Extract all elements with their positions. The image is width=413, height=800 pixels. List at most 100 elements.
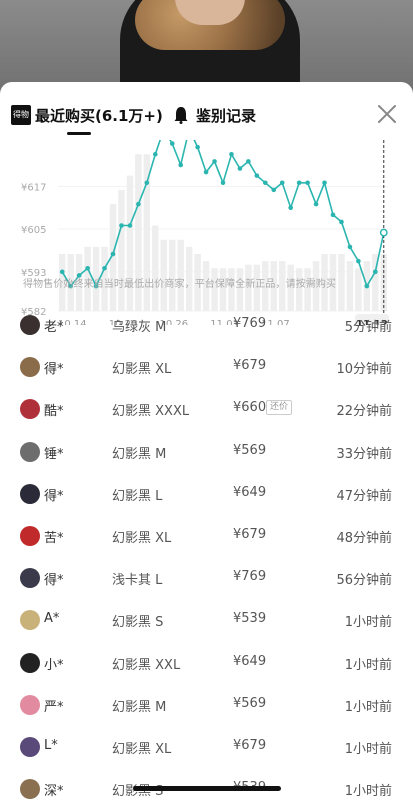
product-spec: 幻影黑 M [112, 446, 167, 462]
avatar [20, 441, 40, 462]
purchase-record-row: L* 幻影黑 XL ¥679 1小时前 [0, 724, 413, 766]
product-spec: 幻影黑 S [112, 615, 164, 631]
product-spec: 幻影黑 XL [112, 362, 172, 378]
price-point [330, 212, 336, 218]
price-trend-chart: ¥617 ¥605 ¥593 ¥582 10.14 10.20 10.26 11.01 11.0… [0, 126, 413, 332]
price-point [127, 223, 133, 228]
buyer-name: 得* [44, 488, 64, 504]
price-point [195, 144, 200, 150]
avatar [20, 652, 40, 673]
purchase-record-row: A* 幻影黑 S ¥539 1小时前 [0, 597, 413, 639]
y-tick-label: ¥617 [21, 182, 46, 193]
avatar [20, 737, 40, 757]
purchase-record-row: 小* 幻影黑 XXL ¥649 1小时前 [0, 640, 413, 682]
volume-bar [126, 175, 134, 311]
price-point [339, 219, 344, 225]
home-indicator [133, 786, 281, 791]
tab-recent-purchases[interactable]: 得物 最近购买(6.1万+) [11, 102, 163, 128]
price-point [271, 187, 277, 193]
price-point [119, 223, 124, 228]
price-point [229, 151, 234, 157]
buyer-name: 得* [44, 573, 64, 589]
avatar [20, 315, 40, 335]
purchase-time: 1小时前 [344, 657, 392, 673]
price-point [254, 173, 260, 178]
price-point [136, 201, 141, 207]
close-icon[interactable] [377, 104, 397, 124]
buyer-name: 小* [44, 657, 64, 673]
price-point [263, 180, 268, 186]
avatar [20, 483, 40, 504]
product-spec: 幻影黑 L [112, 488, 163, 504]
buyer-name: 酷* [44, 404, 64, 420]
purchase-price: ¥649 [233, 653, 267, 669]
product-spec: 浅卡其 L [112, 573, 163, 589]
purchase-price: ¥649 [233, 484, 267, 500]
price-point [246, 159, 251, 164]
buyer-name: L* [44, 738, 58, 753]
purchase-price: ¥679 [233, 527, 267, 542]
price-point [85, 265, 90, 271]
price-disclaimer: 得物售价始终来自当时最低出价商家，平台保障全新正品，请按需购买 [23, 279, 337, 290]
purchase-record-row: 得* 幻影黑 L ¥649 47分钟前 [0, 471, 413, 513]
purchase-record-row: 老* 乌绿灰 M ¥769 5分钟前 [0, 302, 413, 344]
y-tick-label: ¥605 [21, 225, 46, 236]
purchase-time: 33分钟前 [336, 446, 392, 462]
purchase-time: 48分钟前 [336, 531, 392, 546]
product-spec: 幻影黑 XXXL [112, 404, 190, 420]
price-point [279, 180, 285, 186]
price-point [296, 180, 302, 186]
purchase-price: ¥660 [233, 400, 267, 416]
purchase-price: ¥679 [233, 358, 267, 374]
avatar [20, 694, 40, 715]
purchase-record-row: 苦* 幻影黑 XL ¥679 48分钟前 [0, 513, 413, 555]
price-point [237, 166, 243, 171]
price-point [313, 201, 319, 207]
purchase-time: 1小时前 [344, 784, 392, 800]
product-spec: 幻影黑 XL [112, 742, 172, 757]
purchase-record-row: 酷* 幻影黑 XXXL ¥660 22分钟前 还价 [0, 386, 413, 428]
price-point [110, 251, 116, 257]
price-point [203, 169, 209, 175]
purchase-record-row: 深*幻影黑 S¥5391小时前 [0, 766, 413, 800]
bell-icon [172, 105, 190, 125]
price-point [59, 269, 65, 275]
purchase-time: 1小时前 [344, 742, 392, 757]
price-point [212, 159, 217, 164]
price-point [178, 162, 183, 168]
tab-recent-purchases-label: 最近购买(6.1万+) [35, 106, 163, 125]
purchase-record-row: 得* 幻影黑 XL ¥679 10分钟前 [0, 344, 413, 386]
purchase-records-sheet: 得物 最近购买(6.1万+) 鉴别记录 ¥617 ¥605 ¥593 ¥582 10.1… [0, 82, 413, 800]
product-spec: 幻影黑 M [112, 699, 167, 715]
price-point [356, 258, 361, 264]
selected-point [379, 228, 388, 237]
buyer-name: 老* [44, 320, 64, 335]
purchase-time: 1小时前 [344, 699, 392, 715]
price-trend-svg: ¥617¥605¥593¥58210.14 10.20 10.26 11.01 11.0… [21, 126, 389, 332]
avatar [20, 610, 40, 631]
purchase-price: ¥769 [233, 569, 267, 585]
purchase-time: 1小时前 [344, 615, 392, 631]
avatar [20, 568, 40, 589]
purchase-time: 56分钟前 [336, 573, 392, 589]
avatar [20, 357, 40, 378]
product-spec: 乌绿灰 M [112, 320, 167, 335]
price-point [364, 283, 370, 289]
buyer-name: 锤* [44, 446, 64, 462]
purchase-price: ¥539 [233, 611, 267, 627]
purchase-time: 10分钟前 [336, 362, 392, 378]
buyer-name: 得* [44, 362, 64, 378]
purchase-time: 22分钟前 [336, 404, 392, 420]
active-tab-indicator [67, 132, 91, 135]
avatar [20, 526, 40, 546]
tab-authentication-records-label: 鉴别记录 [196, 106, 257, 125]
purchase-record-row: 严* 幻影黑 M ¥569 1小时前 [0, 682, 413, 724]
purchase-record-row: 得* 浅卡其 L ¥769 56分钟前 [0, 555, 413, 597]
purchase-price: ¥679 [233, 738, 267, 753]
price-point [288, 205, 293, 210]
tab-authentication-records[interactable]: 鉴别记录 [172, 102, 256, 128]
price-point [220, 180, 226, 186]
product-spec: 幻影黑 XXL [112, 657, 181, 673]
purchase-price: ¥769 [233, 316, 267, 331]
buyer-name: 严* [44, 699, 64, 715]
